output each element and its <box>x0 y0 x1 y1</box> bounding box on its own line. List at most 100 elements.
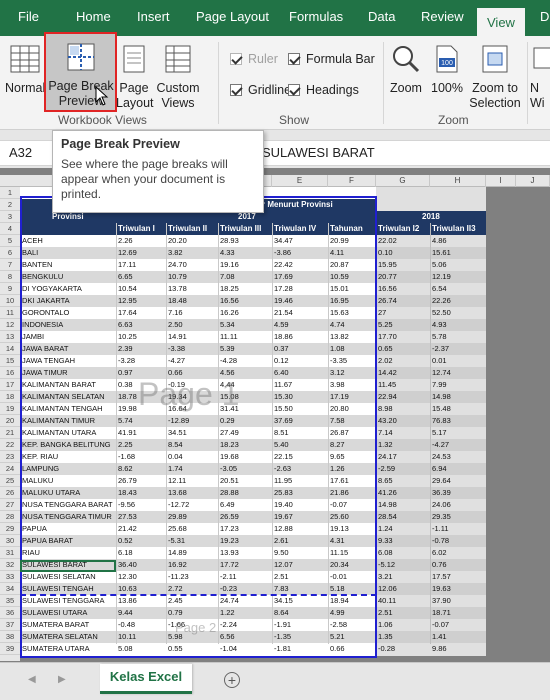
table-cell[interactable]: 14.98 <box>432 391 451 403</box>
row-header[interactable]: 38 <box>0 631 20 643</box>
column-header[interactable]: E <box>272 175 328 187</box>
row-header[interactable]: 11 <box>0 307 20 319</box>
table-cell[interactable]: 28.54 <box>378 511 397 523</box>
table-cell[interactable]: 1.06 <box>378 619 393 631</box>
table-cell[interactable]: 22.94 <box>378 391 397 403</box>
row-header[interactable]: 28 <box>0 511 20 523</box>
sheet-tab-kelas-excel[interactable]: Kelas Excel <box>100 664 192 694</box>
custom-views-button[interactable]: Custom Views <box>155 44 201 111</box>
table-cell[interactable]: -0.07 <box>432 619 449 631</box>
table-cell[interactable]: 40.11 <box>378 595 396 607</box>
tab-data[interactable]: Data <box>368 9 395 24</box>
table-cell[interactable]: 1.32 <box>378 439 393 451</box>
table-cell[interactable]: 27 <box>378 307 386 319</box>
tab-page-layout[interactable]: Page Layout <box>196 9 269 24</box>
zoom-100-button[interactable]: 100 100% <box>429 44 465 96</box>
table-cell[interactable]: 29.64 <box>432 475 451 487</box>
row-header[interactable]: 8 <box>0 271 20 283</box>
row-header[interactable]: 29 <box>0 523 20 535</box>
table-cell[interactable]: 0.01 <box>432 355 447 367</box>
table-cell[interactable]: -0.78 <box>432 535 449 547</box>
row-header[interactable]: 16 <box>0 367 20 379</box>
table-cell[interactable]: 3.21 <box>378 571 393 583</box>
row-header[interactable]: 37 <box>0 619 20 631</box>
row-header[interactable]: 33 <box>0 571 20 583</box>
row-header[interactable]: 7 <box>0 259 20 271</box>
table-cell[interactable]: 15.95 <box>378 259 397 271</box>
row-header[interactable]: 19 <box>0 403 20 415</box>
table-cell[interactable]: 24.53 <box>432 451 451 463</box>
row-header[interactable]: 31 <box>0 547 20 559</box>
column-header[interactable]: I <box>486 175 516 187</box>
table-cell[interactable]: 9.86 <box>432 643 447 655</box>
tab-developer[interactable]: D <box>540 9 549 24</box>
table-cell[interactable]: 6.08 <box>378 547 393 559</box>
table-cell[interactable]: 8.65 <box>378 475 393 487</box>
add-sheet-icon[interactable]: + <box>224 672 240 688</box>
row-header[interactable]: 14 <box>0 343 20 355</box>
table-cell[interactable]: 16.56 <box>378 283 397 295</box>
table-cell[interactable]: 43.20 <box>378 415 397 427</box>
row-header[interactable]: 3 <box>0 211 20 223</box>
zoom-to-selection-button[interactable]: Zoom to Selection <box>466 44 524 111</box>
column-header[interactable]: H <box>430 175 486 187</box>
table-cell[interactable]: 26.74 <box>378 295 397 307</box>
row-header[interactable]: 10 <box>0 295 20 307</box>
table-cell[interactable]: -2.59 <box>378 463 395 475</box>
page-break-dashed-line[interactable] <box>20 594 377 596</box>
row-header[interactable]: 36 <box>0 607 20 619</box>
row-header[interactable]: 2 <box>0 199 20 211</box>
row-header[interactable]: 39 <box>0 643 20 655</box>
tab-view[interactable]: View <box>477 8 525 36</box>
page-break-border[interactable] <box>20 196 377 658</box>
headings-checkbox[interactable]: Headings <box>288 83 359 97</box>
table-cell[interactable]: 20.77 <box>378 271 397 283</box>
row-header[interactable]: 25 <box>0 475 20 487</box>
row-header[interactable]: 21 <box>0 427 20 439</box>
row-header[interactable]: 35 <box>0 595 20 607</box>
table-cell[interactable]: 6.94 <box>432 463 447 475</box>
table-cell[interactable]: 0.76 <box>432 559 447 571</box>
formula-bar-checkbox[interactable]: Formula Bar <box>288 52 375 66</box>
column-header[interactable]: F <box>328 175 376 187</box>
table-cell[interactable]: -4.27 <box>432 439 449 451</box>
row-header[interactable]: 9 <box>0 283 20 295</box>
formula-content[interactable]: SULAWESI BARAT <box>262 145 375 160</box>
table-cell[interactable]: 14.98 <box>378 499 397 511</box>
normal-view-button[interactable]: Normal <box>5 44 45 96</box>
table-cell[interactable]: 12.74 <box>432 367 451 379</box>
table-cell[interactable]: 5.17 <box>432 427 447 439</box>
row-header[interactable]: 1 <box>0 187 20 199</box>
table-cell[interactable]: 4.93 <box>432 319 447 331</box>
row-header[interactable]: 24 <box>0 463 20 475</box>
table-cell[interactable]: 41.26 <box>378 487 397 499</box>
page-layout-view-button[interactable]: Page Layout <box>116 44 154 111</box>
row-header[interactable]: 18 <box>0 391 20 403</box>
row-header[interactable]: 32 <box>0 559 20 571</box>
table-cell[interactable]: 0.10 <box>378 247 393 259</box>
table-cell[interactable]: 15.61 <box>432 247 451 259</box>
row-header[interactable]: 34 <box>0 583 20 595</box>
tab-formulas[interactable]: Formulas <box>289 9 343 24</box>
table-cell[interactable]: 24.17 <box>378 451 397 463</box>
row-header[interactable]: 13 <box>0 331 20 343</box>
new-window-button[interactable]: N Wi <box>530 44 550 111</box>
table-cell[interactable]: 6.02 <box>432 547 447 559</box>
table-cell[interactable]: 14.42 <box>378 367 397 379</box>
table-cell[interactable]: 8.98 <box>378 403 393 415</box>
zoom-button[interactable]: Zoom <box>388 44 424 96</box>
tab-scroll-right-icon[interactable]: ▶ <box>58 674 66 685</box>
tab-scroll-left-icon[interactable]: ◀ <box>28 674 36 685</box>
table-cell[interactable]: 4.86 <box>432 235 447 247</box>
column-header[interactable]: G <box>376 175 430 187</box>
table-cell[interactable]: 6.54 <box>432 283 447 295</box>
row-header[interactable]: 30 <box>0 535 20 547</box>
table-cell[interactable]: 2.02 <box>378 355 393 367</box>
table-cell[interactable]: 7.14 <box>378 427 393 439</box>
tab-home[interactable]: Home <box>76 9 111 24</box>
row-header[interactable]: 4 <box>0 223 20 235</box>
table-cell[interactable]: -0.28 <box>378 643 395 655</box>
row-header[interactable]: 22 <box>0 439 20 451</box>
table-cell[interactable]: 17.57 <box>432 571 451 583</box>
column-header[interactable]: J <box>516 175 550 187</box>
